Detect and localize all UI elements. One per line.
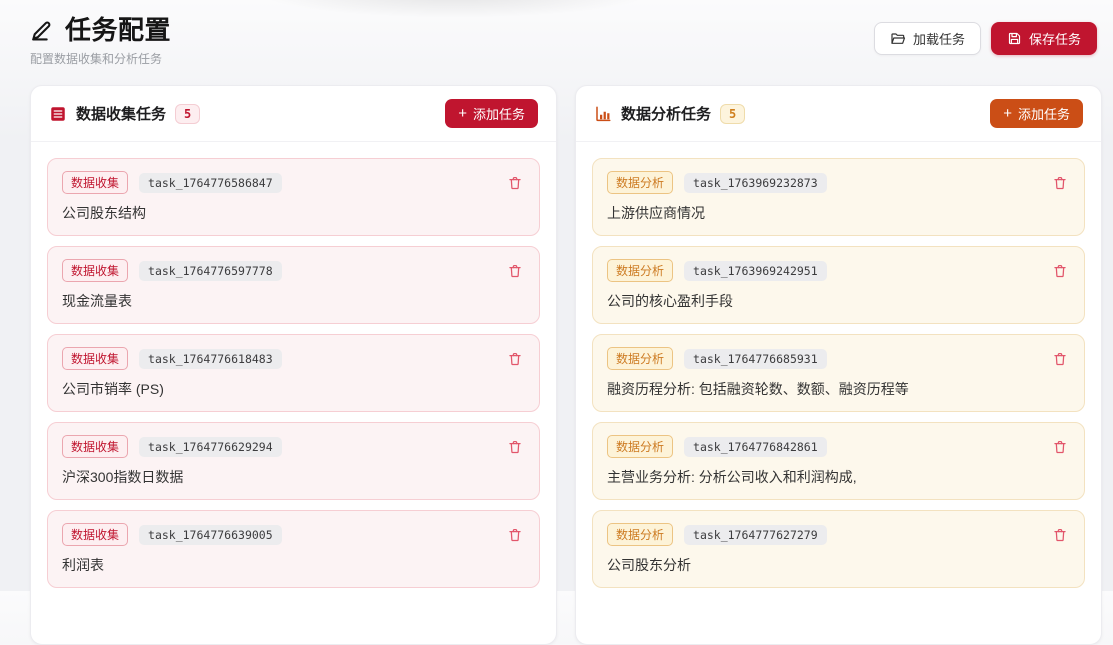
list-rows-icon xyxy=(49,105,67,123)
task-title: 公司股东分析 xyxy=(607,555,1070,575)
task-type-badge: 数据分析 xyxy=(607,523,673,546)
bar-chart-icon xyxy=(594,105,612,123)
task-card: 数据分析 task_1764776685931 融资历程分析: 包括融资轮数、数… xyxy=(592,334,1085,412)
task-title: 上游供应商情况 xyxy=(607,203,1070,223)
task-type-badge: 数据分析 xyxy=(607,259,673,282)
task-type-badge: 数据分析 xyxy=(607,347,673,370)
toolbar: 加载任务 保存任务 xyxy=(874,22,1097,55)
save-tasks-button[interactable]: 保存任务 xyxy=(991,22,1097,55)
task-card: 数据分析 task_1763969242951 公司的核心盈利手段 xyxy=(592,246,1085,324)
trash-icon xyxy=(1052,527,1068,543)
add-task-label: 添加任务 xyxy=(473,104,525,123)
collection-panel: 数据收集任务 5 + 添加任务 数据收集 task_1764776586847 … xyxy=(30,85,557,645)
trash-icon xyxy=(507,175,523,191)
collection-task-list: 数据收集 task_1764776586847 公司股东结构 数据收集 task… xyxy=(31,142,556,604)
task-id-chip: task_1764776685931 xyxy=(684,349,827,369)
trash-icon xyxy=(1052,351,1068,367)
analysis-panel-title: 数据分析任务 xyxy=(621,103,711,124)
collection-panel-title: 数据收集任务 xyxy=(76,103,166,124)
page-subtitle: 配置数据收集和分析任务 xyxy=(30,50,171,67)
task-title: 沪深300指数日数据 xyxy=(62,467,525,487)
task-type-badge: 数据收集 xyxy=(62,171,128,194)
trash-icon xyxy=(1052,263,1068,279)
delete-task-button[interactable] xyxy=(505,437,525,457)
edit-pencil-icon xyxy=(30,16,55,41)
trash-icon xyxy=(507,439,523,455)
task-title: 公司的核心盈利手段 xyxy=(607,291,1070,311)
task-id-chip: task_1763969242951 xyxy=(684,261,827,281)
task-type-badge: 数据分析 xyxy=(607,435,673,458)
trash-icon xyxy=(1052,439,1068,455)
plus-icon: + xyxy=(458,106,467,121)
folder-open-icon xyxy=(890,31,906,47)
task-type-badge: 数据收集 xyxy=(62,347,128,370)
task-type-badge: 数据分析 xyxy=(607,171,673,194)
delete-task-button[interactable] xyxy=(1050,437,1070,457)
task-title: 融资历程分析: 包括融资轮数、数额、融资历程等 xyxy=(607,379,1070,399)
plus-icon: + xyxy=(1003,106,1012,121)
delete-task-button[interactable] xyxy=(1050,261,1070,281)
task-id-chip: task_1764776586847 xyxy=(139,173,282,193)
task-id-chip: task_1764777627279 xyxy=(684,525,827,545)
delete-task-button[interactable] xyxy=(505,173,525,193)
trash-icon xyxy=(1052,175,1068,191)
delete-task-button[interactable] xyxy=(1050,349,1070,369)
add-collection-task-button[interactable]: + 添加任务 xyxy=(445,99,538,128)
load-tasks-button[interactable]: 加载任务 xyxy=(874,22,981,55)
task-id-chip: task_1764776639005 xyxy=(139,525,282,545)
task-card: 数据收集 task_1764776597778 现金流量表 xyxy=(47,246,540,324)
task-title: 公司股东结构 xyxy=(62,203,525,223)
task-id-chip: task_1764776597778 xyxy=(139,261,282,281)
task-type-badge: 数据收集 xyxy=(62,523,128,546)
panels-container: 数据收集任务 5 + 添加任务 数据收集 task_1764776586847 … xyxy=(30,85,1102,645)
collection-panel-header: 数据收集任务 5 + 添加任务 xyxy=(31,86,556,142)
trash-icon xyxy=(507,527,523,543)
trash-icon xyxy=(507,263,523,279)
delete-task-button[interactable] xyxy=(505,261,525,281)
task-title: 主营业务分析: 分析公司收入和利润构成, xyxy=(607,467,1070,487)
task-card: 数据收集 task_1764776586847 公司股东结构 xyxy=(47,158,540,236)
page-header: 任务配置 配置数据收集和分析任务 xyxy=(30,10,171,67)
analysis-panel-header: 数据分析任务 5 + 添加任务 xyxy=(576,86,1101,142)
page-title: 任务配置 xyxy=(65,10,171,47)
delete-task-button[interactable] xyxy=(505,525,525,545)
delete-task-button[interactable] xyxy=(1050,173,1070,193)
load-tasks-label: 加载任务 xyxy=(913,29,965,48)
save-tasks-label: 保存任务 xyxy=(1029,29,1081,48)
task-id-chip: task_1764776629294 xyxy=(139,437,282,457)
trash-icon xyxy=(507,351,523,367)
collection-count-badge: 5 xyxy=(175,104,200,124)
task-card: 数据分析 task_1764777627279 公司股东分析 xyxy=(592,510,1085,588)
task-title: 公司市销率 (PS) xyxy=(62,379,525,399)
add-analysis-task-button[interactable]: + 添加任务 xyxy=(990,99,1083,128)
task-title: 现金流量表 xyxy=(62,291,525,311)
task-card: 数据收集 task_1764776629294 沪深300指数日数据 xyxy=(47,422,540,500)
analysis-panel: 数据分析任务 5 + 添加任务 数据分析 task_1763969232873 … xyxy=(575,85,1102,645)
task-card: 数据收集 task_1764776618483 公司市销率 (PS) xyxy=(47,334,540,412)
task-id-chip: task_1764776618483 xyxy=(139,349,282,369)
task-type-badge: 数据收集 xyxy=(62,435,128,458)
analysis-count-badge: 5 xyxy=(720,104,745,124)
analysis-task-list: 数据分析 task_1763969232873 上游供应商情况 数据分析 tas… xyxy=(576,142,1101,604)
task-id-chip: task_1764776842861 xyxy=(684,437,827,457)
add-task-label: 添加任务 xyxy=(1018,104,1070,123)
task-title: 利润表 xyxy=(62,555,525,575)
delete-task-button[interactable] xyxy=(505,349,525,369)
save-floppy-icon xyxy=(1007,31,1022,46)
delete-task-button[interactable] xyxy=(1050,525,1070,545)
task-id-chip: task_1763969232873 xyxy=(684,173,827,193)
task-card: 数据收集 task_1764776639005 利润表 xyxy=(47,510,540,588)
task-card: 数据分析 task_1764776842861 主营业务分析: 分析公司收入和利… xyxy=(592,422,1085,500)
task-card: 数据分析 task_1763969232873 上游供应商情况 xyxy=(592,158,1085,236)
task-type-badge: 数据收集 xyxy=(62,259,128,282)
